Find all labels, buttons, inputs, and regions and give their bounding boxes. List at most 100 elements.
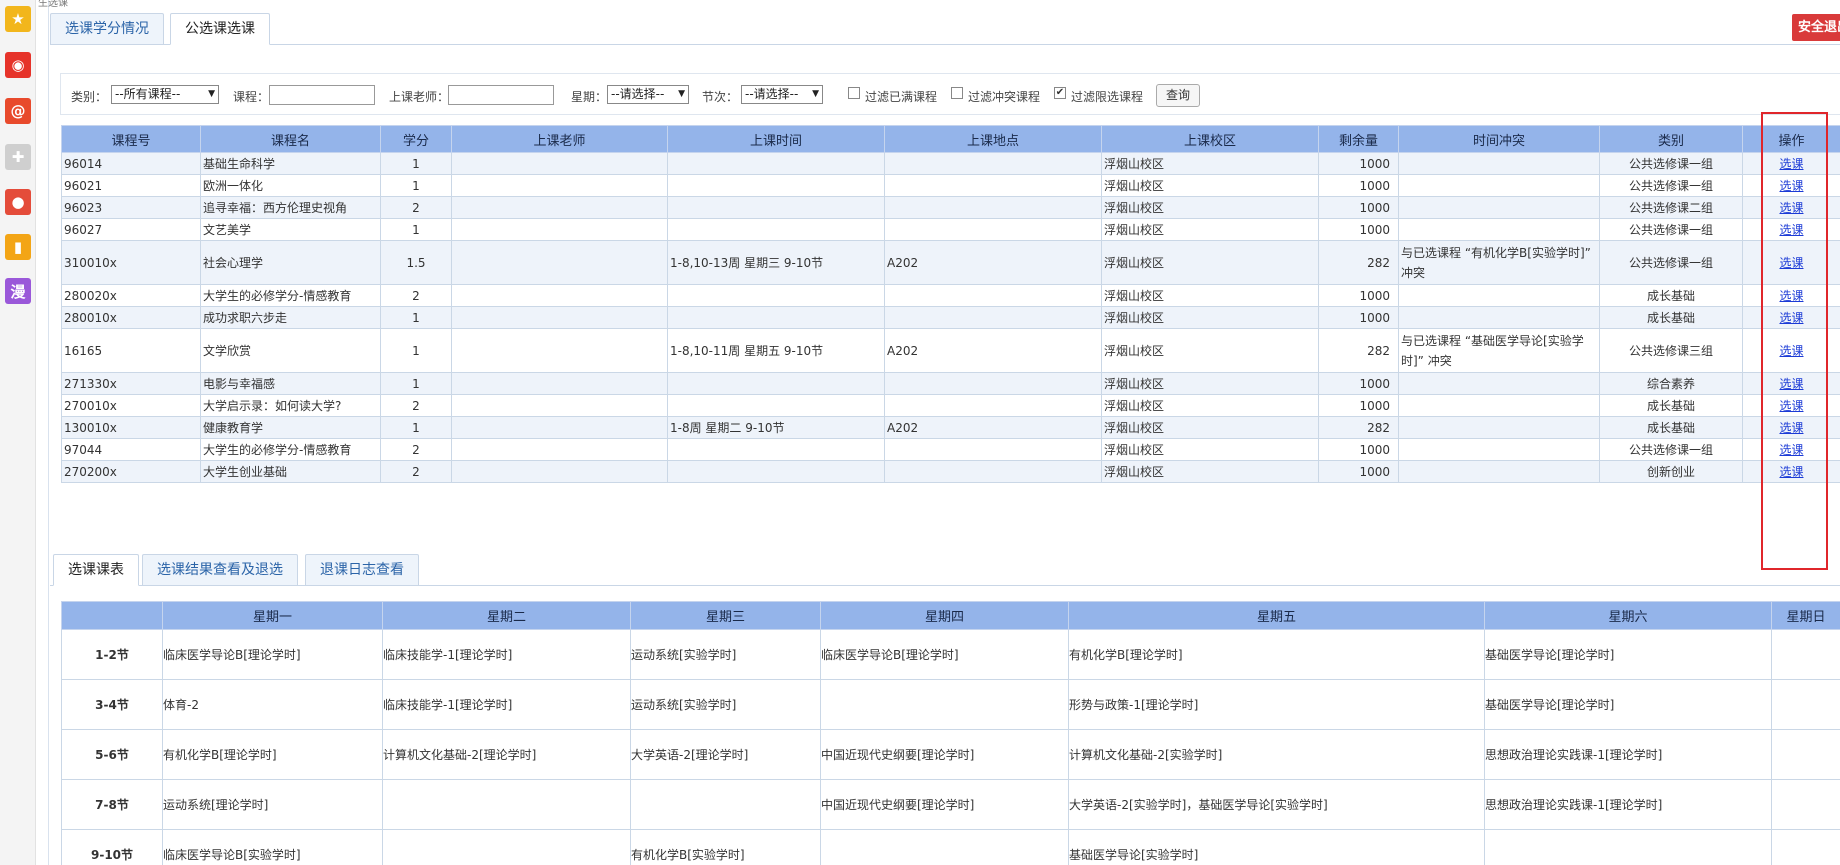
course-cell-credit: 1 (380, 372, 452, 395)
course-cell-place (884, 152, 1102, 175)
course-cell-teacher (451, 240, 668, 285)
filter-limit-checkbox[interactable]: ✔ (1054, 87, 1066, 99)
course-cell-time (667, 196, 885, 219)
course-cell-remain: 1000 (1318, 306, 1399, 329)
schedule-cell (382, 779, 631, 830)
filter-full-checkbox[interactable] (848, 87, 860, 99)
filter-conflict-checkbox[interactable] (951, 87, 963, 99)
book-icon[interactable]: ▮ (5, 234, 31, 260)
course-cell-teacher (451, 438, 668, 461)
schedule-cell: 临床医学导论B[理论学时] (162, 629, 383, 680)
course-cell-credit: 1.5 (380, 240, 452, 285)
course-cell-conflict (1398, 372, 1600, 395)
game-icon[interactable]: ● (5, 189, 31, 215)
category-select-value: --所有课程-- (115, 87, 181, 101)
period-select[interactable]: --请选择-- ▼ (741, 85, 823, 104)
course-row: 271330x 电影与幸福感 1 浮烟山校区 1000 综合素养 选课 (61, 372, 1840, 395)
course-cell-time (667, 394, 885, 417)
course-cell-category: 公共选修课一组 (1599, 218, 1743, 241)
schedule-header-cell: 星期二 (382, 601, 631, 630)
tab-result-and-drop[interactable]: 选课结果查看及退选 (142, 554, 298, 586)
schedule-cell: 大学英语-2[实验学时]，基础医学导论[实验学时] (1068, 779, 1485, 830)
teacher-input[interactable] (448, 85, 554, 105)
weibo-icon[interactable]: ◉ (5, 52, 31, 78)
safe-exit-button[interactable]: 安全退出 (1792, 14, 1840, 41)
schedule-cell: 基础医学导论[理论学时] (1484, 679, 1772, 730)
course-cell-id: 130010x (61, 416, 201, 439)
course-cell-credit: 2 (380, 438, 452, 461)
category-label: 类别： (71, 90, 108, 104)
filter-bar: 类别： --所有课程-- ▼ 课程： 上课老师： 星期： --请选择-- ▼ 节次：… (60, 73, 1840, 115)
course-row: 130010x 健康教育学 1 1-8周 星期二 9-10节 A202 浮烟山校区 282 成… (61, 416, 1840, 439)
course-row: 96014 基础生命科学 1 浮烟山校区 1000 公共选修课一组 选课 (61, 152, 1840, 175)
app-root: ★ ◉ @ ✚ ● ▮ 漫 生选课 选课学分情况 公选课选课 安全退出 类别： --所有课程… (0, 0, 1840, 865)
tab-elective-selection[interactable]: 公选课选课 (170, 13, 270, 45)
schedule-cell: 临床技能学-1[理论学时] (382, 629, 631, 680)
tab-credit-status[interactable]: 选课学分情况 (50, 13, 164, 45)
course-cell-id: 96027 (61, 218, 201, 241)
checkmark-icon: ✔ (1055, 87, 1065, 98)
chevron-down-icon: ▼ (208, 89, 215, 99)
course-cell-id: 271330x (61, 372, 201, 395)
course-header-cell: 上课老师 (451, 125, 668, 153)
course-cell-credit: 2 (380, 284, 452, 307)
course-cell-conflict: 与已选课程 “基础医学导论[实验学时]” 冲突 (1398, 328, 1600, 373)
schedule-cell: 运动系统[实验学时] (630, 679, 821, 730)
course-cell-remain: 1000 (1318, 174, 1399, 197)
query-button[interactable]: 查询 (1156, 84, 1201, 107)
schedule-cell (1771, 679, 1840, 730)
course-cell-conflict (1398, 196, 1600, 219)
schedule-header-cell (61, 601, 163, 630)
course-cell-time (667, 306, 885, 329)
category-select[interactable]: --所有课程-- ▼ (111, 85, 219, 104)
course-cell-campus: 浮烟山校区 (1101, 196, 1319, 219)
course-label: 课程： (233, 90, 270, 104)
tab-drop-log[interactable]: 退课日志查看 (305, 554, 419, 586)
course-cell-credit: 1 (380, 152, 452, 175)
course-cell-id: 310010x (61, 240, 201, 285)
schedule-table: 星期一 星期二 星期三 星期四 星期五 星期六 星期日 1-2节 临床医学导论B[理论学时] 临… (61, 601, 1840, 865)
schedule-row: 3-4节 体育-2 临床技能学-1[理论学时] 运动系统[实验学时] 形势与政策-1[理… (61, 679, 1840, 730)
page-top-text: 生选课 (38, 0, 68, 9)
course-cell-id: 96023 (61, 196, 201, 219)
course-cell-teacher (451, 460, 668, 483)
tab-course-schedule[interactable]: 选课课表 (53, 554, 139, 586)
schedule-period-label: 9-10节 (61, 829, 163, 865)
schedule-cell (820, 679, 1069, 730)
schedule-header-cell: 星期日 (1771, 601, 1840, 630)
chevron-down-icon: ▼ (812, 89, 819, 99)
schedule-row: 7-8节 运动系统[理论学时] 中国近现代史纲要[理论学时] 大学英语-2[实验学时]… (61, 779, 1840, 830)
course-cell-remain: 282 (1318, 328, 1399, 373)
course-cell-category: 公共选修课二组 (1599, 196, 1743, 219)
course-cell-id: 270200x (61, 460, 201, 483)
puzzle-icon[interactable]: ✚ (5, 144, 31, 170)
star-icon[interactable]: ★ (5, 6, 31, 32)
weekday-select[interactable]: --请选择-- ▼ (607, 85, 689, 104)
course-cell-id: 280020x (61, 284, 201, 307)
schedule-header-cell: 星期三 (630, 601, 821, 630)
course-cell-campus: 浮烟山校区 (1101, 284, 1319, 307)
course-cell-campus: 浮烟山校区 (1101, 306, 1319, 329)
schedule-cell: 临床医学导论B[理论学时] (820, 629, 1069, 680)
course-cell-credit: 1 (380, 306, 452, 329)
course-cell-campus: 浮烟山校区 (1101, 174, 1319, 197)
schedule-period-label: 7-8节 (61, 779, 163, 830)
course-cell-conflict (1398, 438, 1600, 461)
course-cell-conflict (1398, 460, 1600, 483)
at-mail-icon[interactable]: @ (5, 98, 31, 124)
course-cell-category: 公共选修课一组 (1599, 438, 1743, 461)
schedule-header: 星期一 星期二 星期三 星期四 星期五 星期六 星期日 (61, 601, 1840, 630)
course-cell-place (884, 218, 1102, 241)
course-cell-campus: 浮烟山校区 (1101, 438, 1319, 461)
course-cell-category: 公共选修课一组 (1599, 174, 1743, 197)
course-cell-name: 大学生创业基础 (200, 460, 381, 483)
course-row: 270010x 大学启示录：如何读大学? 2 浮烟山校区 1000 成长基础 选课 (61, 394, 1840, 417)
course-cell-conflict (1398, 284, 1600, 307)
course-cell-name: 追寻幸福：西方伦理史视角 (200, 196, 381, 219)
course-cell-id: 270010x (61, 394, 201, 417)
course-cell-place (884, 306, 1102, 329)
manga-icon[interactable]: 漫 (5, 278, 31, 304)
course-input[interactable] (269, 85, 375, 105)
left-icon-rail: ★ ◉ @ ✚ ● ▮ 漫 (0, 0, 36, 865)
course-cell-campus: 浮烟山校区 (1101, 372, 1319, 395)
